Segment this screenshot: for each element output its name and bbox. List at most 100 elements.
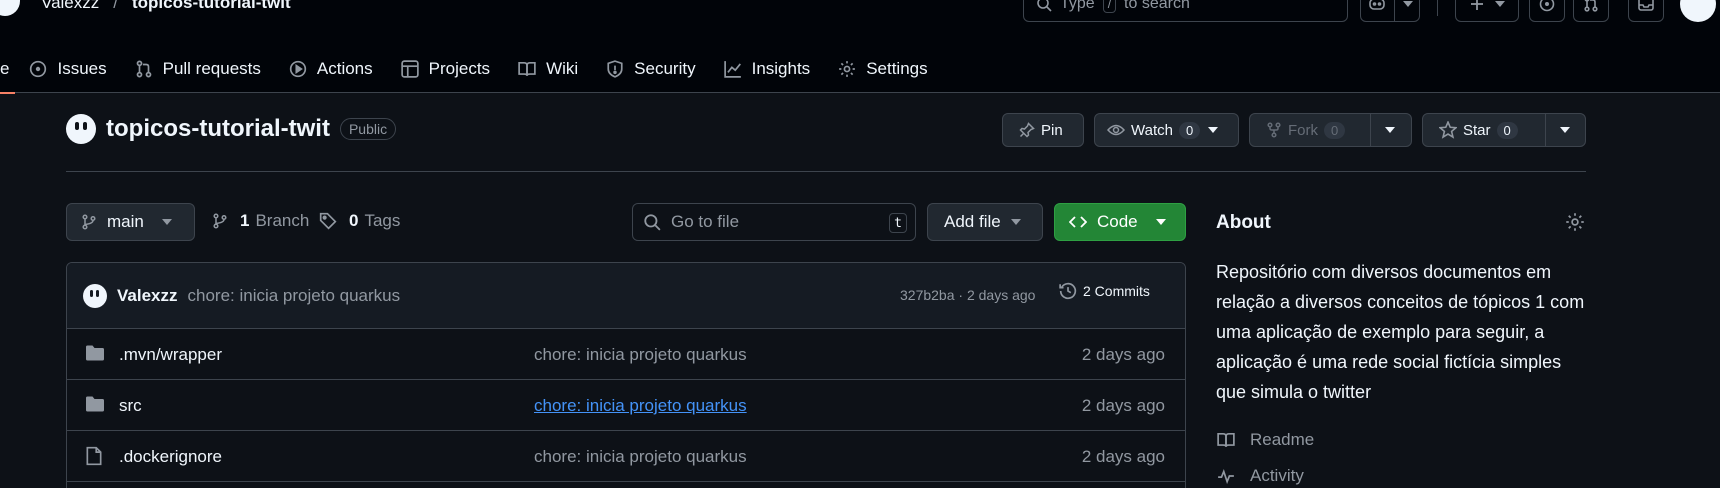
add-file-button[interactable]: Add file [927, 203, 1043, 241]
search-placeholder-prefix: Type [1060, 0, 1095, 12]
tab-settings[interactable]: Settings [824, 44, 941, 93]
tab-security[interactable]: Security [592, 44, 709, 93]
owner-avatar[interactable] [66, 114, 96, 144]
tag-icon [319, 212, 337, 230]
history-icon [1059, 282, 1077, 300]
file-table: Valexzz chore: inicia projeto quarkus 32… [66, 262, 1186, 488]
branches-link[interactable]: 1 Branch [212, 211, 309, 231]
commit-meta[interactable]: 327b2ba · 2 days ago [900, 287, 1035, 303]
book-icon [1217, 432, 1235, 447]
branch-name: main [107, 212, 144, 231]
user-avatar[interactable] [1680, 0, 1716, 22]
tab-projects[interactable]: Projects [387, 44, 504, 93]
file-name[interactable]: src [119, 396, 142, 416]
commits-link[interactable]: 2 Commits [1059, 282, 1150, 300]
tag-count: 0 [349, 211, 359, 230]
pull-requests-header-button[interactable] [1573, 0, 1609, 22]
tab-insights[interactable]: Insights [710, 44, 825, 93]
watch-count: 0 [1178, 121, 1201, 139]
breadcrumb-separator: / [113, 0, 118, 12]
tab-wiki-label: Wiki [546, 58, 579, 78]
tab-pull-requests[interactable]: Pull requests [121, 44, 275, 93]
branch-selector[interactable]: main [66, 203, 195, 241]
file-date: 2 days ago [1081, 345, 1165, 364]
go-to-file-input[interactable]: Go to file t [632, 203, 916, 241]
breadcrumb-repo[interactable]: topicos-tutorial-twit [132, 0, 291, 13]
watch-button[interactable]: Watch 0 [1094, 113, 1239, 147]
top-header: Valexzz / topicos-tutorial-twit Type / t… [0, 0, 1720, 94]
github-logo-icon[interactable] [0, 0, 20, 16]
star-button[interactable]: Star 0 [1422, 113, 1586, 147]
commit-message[interactable]: chore: inicia projeto quarkus [188, 286, 401, 306]
tab-settings-label: Settings [866, 58, 928, 78]
header-divider [1437, 0, 1438, 16]
star-label: Star [1463, 121, 1491, 139]
star-count: 0 [1496, 121, 1518, 139]
search-icon [644, 214, 661, 231]
code-button[interactable]: Code [1054, 203, 1186, 241]
issue-icon [30, 60, 47, 77]
create-new-button[interactable] [1455, 0, 1519, 22]
issues-header-button[interactable] [1529, 0, 1565, 22]
star-dropdown[interactable] [1545, 114, 1584, 146]
tab-security-label: Security [634, 58, 696, 78]
copilot-icon [1368, 0, 1385, 10]
tab-actions[interactable]: Actions [275, 44, 387, 93]
fork-icon [1267, 122, 1281, 138]
tab-code[interactable]: e [0, 44, 16, 94]
file-name[interactable]: .mvn/wrapper [119, 345, 222, 365]
tab-issues-label: Issues [57, 58, 107, 78]
table-icon [400, 59, 419, 78]
pulse-icon [1218, 469, 1234, 485]
repo-tabs: e Issues Pull requests Actions Projects … [0, 44, 942, 94]
commit-author-avatar[interactable] [83, 283, 107, 308]
fork-count: 0 [1324, 121, 1346, 139]
latest-commit-row: Valexzz chore: inicia projeto quarkus 32… [67, 263, 1185, 329]
fork-button[interactable]: Fork 0 [1249, 113, 1412, 147]
pin-button[interactable]: Pin [1002, 113, 1084, 147]
repo-name[interactable]: topicos-tutorial-twit [106, 115, 330, 143]
file-date: 2 days ago [1081, 447, 1165, 466]
fork-dropdown[interactable] [1370, 114, 1409, 146]
commit-author[interactable]: Valexzz [117, 286, 178, 306]
tab-wiki[interactable]: Wiki [504, 44, 592, 93]
file-row[interactable]: src chore: inicia projeto quarkus 2 days… [67, 380, 1185, 431]
tab-pull-requests-label: Pull requests [162, 58, 261, 78]
file-commit-message[interactable]: chore: inicia projeto quarkus [534, 396, 747, 416]
inbox-button[interactable] [1628, 0, 1664, 22]
repo-title: topicos-tutorial-twit Public [66, 114, 397, 144]
file-row[interactable]: .dockerignore chore: inicia projeto quar… [67, 431, 1185, 482]
about-title: About [1216, 212, 1271, 233]
file-name[interactable]: .dockerignore [119, 447, 222, 467]
activity-label: Activity [1250, 466, 1304, 485]
issue-icon [1539, 0, 1555, 12]
go-to-file-placeholder: Go to file [671, 212, 740, 231]
inbox-icon [1638, 0, 1654, 11]
copilot-button[interactable] [1360, 0, 1420, 22]
shield-icon [607, 59, 623, 78]
folder-icon [86, 396, 104, 412]
folder-icon [86, 345, 104, 361]
chevron-down-icon [161, 219, 172, 225]
file-commit-message[interactable]: chore: inicia projeto quarkus [534, 345, 747, 365]
about-settings-button[interactable] [1565, 212, 1585, 232]
tag-label: Tags [364, 211, 401, 230]
file-commit-message[interactable]: chore: inicia projeto quarkus [534, 447, 747, 467]
search-icon [1037, 0, 1052, 12]
add-file-label: Add file [944, 212, 1001, 231]
go-to-file-shortcut: t [889, 213, 907, 233]
global-search-input[interactable]: Type / to search [1023, 0, 1348, 22]
readme-link[interactable]: Readme [1216, 430, 1314, 450]
tags-link[interactable]: 0 Tags [319, 211, 400, 231]
tab-issues[interactable]: Issues [15, 44, 120, 93]
breadcrumb-owner[interactable]: Valexzz [41, 0, 99, 13]
watch-dropdown[interactable] [1208, 127, 1228, 133]
pull-request-icon [136, 60, 151, 77]
fork-label: Fork [1288, 121, 1318, 139]
tab-insights-label: Insights [751, 58, 811, 78]
graph-icon [723, 60, 741, 78]
tab-projects-label: Projects [428, 58, 491, 78]
file-row[interactable]: .mvn/wrapper chore: inicia projeto quark… [67, 329, 1185, 380]
readme-label: Readme [1250, 430, 1315, 449]
activity-link[interactable]: Activity [1216, 466, 1304, 486]
